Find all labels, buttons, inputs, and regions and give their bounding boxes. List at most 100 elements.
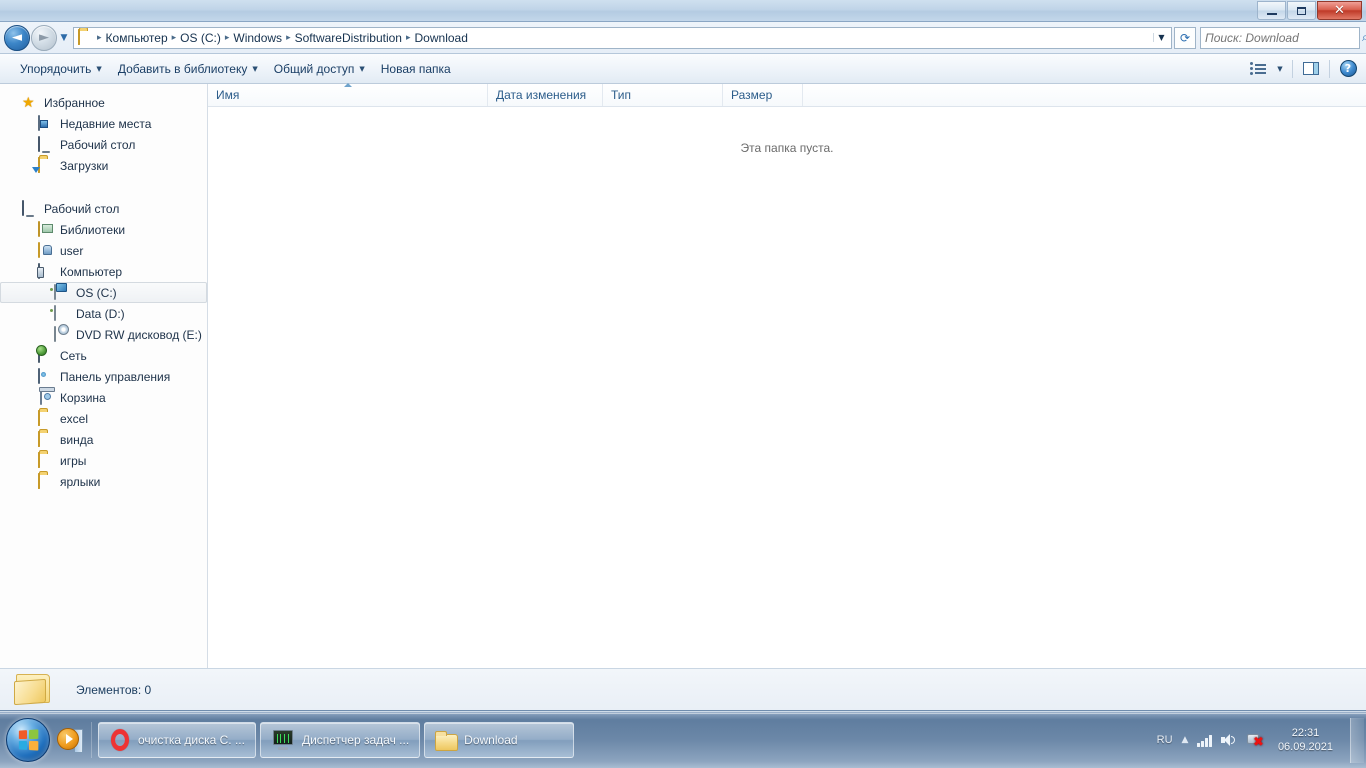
sidebar-item-os-c[interactable]: OS (C:) xyxy=(0,282,207,303)
sidebar-item-desktop-root[interactable]: Рабочий стол xyxy=(0,198,207,219)
column-header-row: Имя Дата изменения Тип Размер xyxy=(208,83,1366,107)
maximize-button[interactable] xyxy=(1287,1,1316,20)
taskbar-button-task-manager[interactable]: Диспетчер задач ... xyxy=(259,722,421,758)
taskbar-button-label: Download xyxy=(464,733,518,747)
breadcrumb-item-4[interactable]: Download xyxy=(412,31,471,45)
sidebar-item-favorites[interactable]: ★ Избранное xyxy=(0,92,207,113)
sidebar-item-network[interactable]: Сеть xyxy=(0,345,207,366)
network-disconnected-icon[interactable]: ✖ xyxy=(1246,733,1264,749)
organize-label: Упорядочить xyxy=(20,61,92,76)
show-desktop-button[interactable] xyxy=(1350,717,1364,763)
new-folder-button[interactable]: Новая папка xyxy=(373,58,459,80)
view-mode-button[interactable] xyxy=(1244,58,1272,80)
clock-date: 06.09.2021 xyxy=(1277,741,1333,753)
sidebar-item-vinda[interactable]: винда xyxy=(0,429,207,450)
back-button[interactable]: ◄ xyxy=(4,24,30,51)
close-button[interactable]: ✕ xyxy=(1317,1,1362,20)
view-mode-dropdown-button[interactable]: ▼ xyxy=(1272,58,1288,80)
history-dropdown-button[interactable]: ▼ xyxy=(57,33,71,43)
arrow-right-icon: ► xyxy=(39,30,49,45)
breadcrumb-item-0[interactable]: Компьютер xyxy=(103,31,171,45)
start-button[interactable] xyxy=(3,717,53,763)
sidebar-item-label: Избранное xyxy=(44,95,105,110)
sidebar-item-recycle-bin[interactable]: Корзина xyxy=(0,387,207,408)
opera-icon xyxy=(110,729,130,751)
file-list-area[interactable]: Эта папка пуста. xyxy=(208,107,1366,668)
file-list-pane: Имя Дата изменения Тип Размер Эта папка … xyxy=(208,83,1366,668)
column-header-label: Размер xyxy=(731,88,773,102)
sidebar-item-excel[interactable]: excel xyxy=(0,408,207,429)
column-header-name[interactable]: Имя xyxy=(208,83,488,106)
sidebar-item-igry[interactable]: игры xyxy=(0,450,207,471)
breadcrumb-item-1[interactable]: OS (C:) xyxy=(177,31,224,45)
arrow-left-icon: ◄ xyxy=(12,30,22,45)
folder-icon xyxy=(38,430,54,448)
show-hidden-icons-button[interactable]: ▲ xyxy=(1182,735,1189,745)
search-input[interactable] xyxy=(1205,30,1362,45)
taskbar-button-opera[interactable]: очистка диска C. ... xyxy=(98,722,256,758)
address-dropdown-button[interactable]: ▼ xyxy=(1153,33,1169,42)
share-button[interactable]: Общий доступ ▼ xyxy=(266,58,373,80)
column-header-size[interactable]: Размер xyxy=(723,84,803,106)
toolbar-divider xyxy=(1292,59,1293,78)
language-indicator[interactable]: RU xyxy=(1157,734,1173,746)
add-to-library-label: Добавить в библиотеку xyxy=(117,61,248,76)
sidebar-item-downloads[interactable]: Загрузки xyxy=(0,155,207,176)
sidebar-item-user[interactable]: user xyxy=(0,240,207,261)
task-buttons: очистка диска C. ... Диспетчер задач ...… xyxy=(98,722,1149,758)
help-button[interactable]: ? xyxy=(1334,58,1362,80)
signal-bars-icon[interactable] xyxy=(1197,734,1212,747)
sidebar-item-yarlyki[interactable]: ярлыки xyxy=(0,471,207,492)
sidebar-item-data-d[interactable]: Data (D:) xyxy=(0,303,207,324)
minimize-button[interactable] xyxy=(1257,1,1286,20)
maximize-icon xyxy=(1297,6,1306,15)
minimize-icon xyxy=(1266,12,1277,15)
sidebar-item-label: Data (D:) xyxy=(76,306,125,321)
column-header-date-modified[interactable]: Дата изменения xyxy=(488,84,603,106)
sidebar-item-label: винда xyxy=(60,432,94,447)
empty-folder-message: Эта папка пуста. xyxy=(740,141,834,155)
organize-button[interactable]: Упорядочить ▼ xyxy=(12,58,110,80)
sidebar-item-label: игры xyxy=(60,453,87,468)
search-box[interactable]: ⌕ xyxy=(1200,26,1366,49)
nav-group-desktop-tree: Рабочий стол Библиотеки user Компьютер O… xyxy=(0,198,207,492)
clock[interactable]: 22:31 06.09.2021 xyxy=(1272,726,1339,754)
quick-launch-bar xyxy=(55,722,92,758)
search-icon: ⌕ xyxy=(1362,30,1366,44)
sidebar-item-control-panel[interactable]: Панель управления xyxy=(0,366,207,387)
address-bar: ◄ ► ▼ ▸ Компьютер ▸ OS (C:) ▸ Windows ▸ … xyxy=(0,22,1366,54)
breadcrumb[interactable]: ▸ Компьютер ▸ OS (C:) ▸ Windows ▸ Softwa… xyxy=(73,26,1172,49)
column-header-type[interactable]: Тип xyxy=(603,84,723,106)
windows-media-player-icon xyxy=(57,728,83,753)
large-folder-icon xyxy=(14,674,54,706)
speaker-icon[interactable] xyxy=(1220,733,1237,747)
share-label: Общий доступ xyxy=(273,61,355,76)
clock-time: 22:31 xyxy=(1291,727,1320,739)
add-to-library-button[interactable]: Добавить в библиотеку ▼ xyxy=(110,58,266,80)
breadcrumb-item-3[interactable]: SoftwareDistribution xyxy=(292,31,405,45)
sidebar-item-label: Недавние места xyxy=(60,116,152,131)
window-controls: ✕ xyxy=(1257,1,1362,20)
preview-pane-button[interactable] xyxy=(1297,58,1325,80)
chevron-down-icon: ▼ xyxy=(252,64,258,73)
refresh-button[interactable]: ⟳ xyxy=(1174,26,1196,49)
new-folder-label: Новая папка xyxy=(380,61,451,76)
sidebar-item-libraries[interactable]: Библиотеки xyxy=(0,219,207,240)
computer-icon xyxy=(38,262,54,280)
forward-button[interactable]: ► xyxy=(31,24,57,51)
breadcrumb-item-2[interactable]: Windows xyxy=(230,31,285,45)
folder-icon xyxy=(435,730,459,751)
taskbar-button-download-explorer[interactable]: Download xyxy=(424,722,575,758)
sidebar-item-label: Рабочий стол xyxy=(44,201,120,216)
recent-places-icon xyxy=(38,114,54,132)
navigation-pane[interactable]: ★ Избранное Недавние места Рабочий стол … xyxy=(0,84,208,668)
desktop-icon xyxy=(38,135,54,153)
folder-icon xyxy=(38,472,54,490)
sidebar-item-computer[interactable]: Компьютер xyxy=(0,261,207,282)
sidebar-item-desktop[interactable]: Рабочий стол xyxy=(0,134,207,155)
sidebar-item-dvd-drive[interactable]: DVD RW дисковод (E:) xyxy=(0,324,207,345)
quick-launch-windows-media-player[interactable] xyxy=(55,723,85,757)
nav-group-favorites: ★ Избранное Недавние места Рабочий стол … xyxy=(0,92,207,176)
sidebar-item-recent-places[interactable]: Недавние места xyxy=(0,113,207,134)
nav-group-gap xyxy=(0,178,207,198)
